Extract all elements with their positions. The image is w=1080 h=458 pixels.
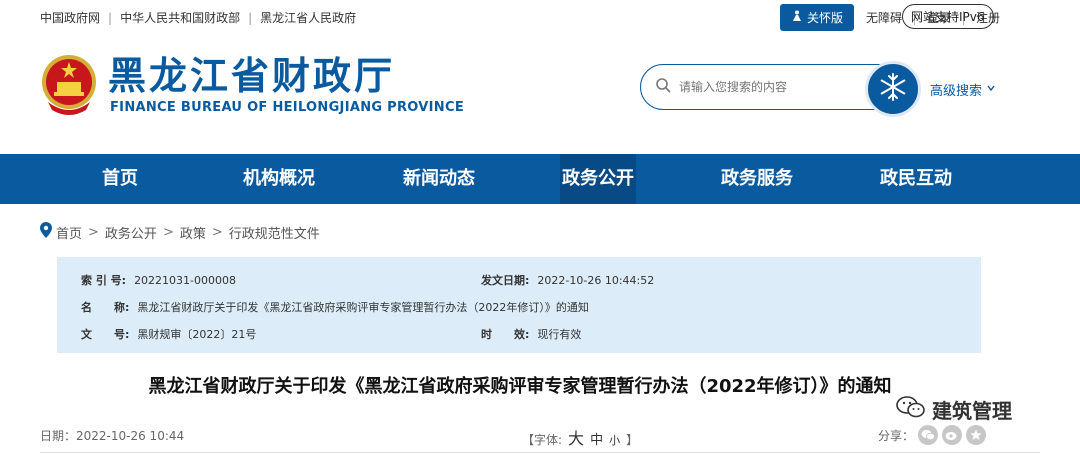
breadcrumb-separator: > bbox=[162, 224, 174, 240]
info-validity-value: 现行有效 bbox=[537, 328, 582, 341]
info-docno-label: 文 号: bbox=[81, 328, 130, 341]
location-pin-icon bbox=[40, 222, 52, 242]
info-name-row: 名 称: 黑龙江省财政厅关于印发《黑龙江省政府采购评审专家管理暂行办法（2022… bbox=[81, 299, 589, 315]
link-gov[interactable]: 中国政府网 bbox=[40, 9, 100, 26]
accessible-button[interactable]: 无障碍 bbox=[866, 9, 902, 26]
info-date-value: 2022-10-26 10:44:52 bbox=[537, 273, 655, 287]
font-size-close-bracket: 】 bbox=[626, 433, 639, 447]
document-info-box: 索 引 号: 20221031-000008 发文日期: 2022-10-26 … bbox=[57, 257, 981, 353]
nav-item-public-affairs[interactable]: 政务公开 bbox=[560, 154, 636, 204]
document-title: 黑龙江省财政厅关于印发《黑龙江省政府采购评审专家管理暂行办法（2022年修订）》… bbox=[148, 376, 892, 397]
info-docno-row: 文 号: 黑财规审〔2022〕21号 bbox=[81, 326, 256, 342]
breadcrumb: 首页 > 政务公开 > 政策 > 行政规范性文件 bbox=[40, 222, 320, 242]
site-title: 黑龙江省财政厅 bbox=[108, 54, 396, 98]
share-bar: 分享： bbox=[878, 425, 987, 445]
breadcrumb-home[interactable]: 首页 bbox=[56, 223, 82, 242]
search-button[interactable] bbox=[865, 61, 921, 117]
divider bbox=[40, 452, 1040, 453]
info-index-label: 索 引 号: bbox=[81, 274, 127, 287]
link-mof[interactable]: 中华人民共和国财政部 bbox=[120, 9, 240, 26]
wechat-share-icon[interactable] bbox=[918, 425, 939, 445]
search-input[interactable] bbox=[679, 80, 859, 94]
breadcrumb-separator: > bbox=[211, 224, 223, 240]
main-nav: 首页 机构概况 新闻动态 政务公开 政务服务 政民互动 bbox=[0, 154, 1080, 204]
top-links: 中国政府网 | 中华人民共和国财政部 | 黑龙江省人民政府 bbox=[40, 9, 356, 26]
info-name-label: 名 称: bbox=[81, 301, 130, 314]
info-date-row: 发文日期: 2022-10-26 10:44:52 bbox=[481, 272, 654, 288]
info-name-value: 黑龙江省财政厅关于印发《黑龙江省政府采购评审专家管理暂行办法（2022年修订）》… bbox=[137, 301, 589, 314]
care-mode-button[interactable]: 关怀版 bbox=[779, 4, 854, 31]
search-box bbox=[640, 61, 921, 117]
font-size-medium[interactable]: 中 bbox=[590, 429, 603, 448]
chevron-down-icon bbox=[986, 82, 996, 97]
font-size-control: 【字体: 大 中 小 】 bbox=[522, 425, 638, 449]
font-size-large[interactable]: 大 bbox=[568, 425, 584, 449]
divider: | bbox=[108, 10, 113, 25]
ipv6-badge: 网站支持IPv6 bbox=[902, 4, 994, 29]
care-mode-label: 关怀版 bbox=[806, 11, 843, 25]
breadcrumb-regulatory-docs[interactable]: 行政规范性文件 bbox=[229, 223, 320, 242]
breadcrumb-public-affairs[interactable]: 政务公开 bbox=[105, 223, 157, 242]
info-docno-value: 黑财规审〔2022〕21号 bbox=[137, 328, 257, 341]
star-share-icon[interactable] bbox=[966, 425, 987, 445]
watermark-text: 建筑管理 bbox=[932, 399, 1012, 423]
nav-item-about[interactable]: 机构概况 bbox=[229, 154, 329, 204]
watermark: 建筑管理 bbox=[896, 395, 1012, 424]
font-size-small[interactable]: 小 bbox=[609, 432, 620, 448]
breadcrumb-separator: > bbox=[88, 224, 99, 240]
breadcrumb-policy[interactable]: 政策 bbox=[180, 223, 206, 242]
info-date-label: 发文日期: bbox=[481, 274, 530, 287]
info-validity-label: 时 效: bbox=[481, 328, 530, 341]
search-icon bbox=[655, 77, 671, 97]
person-icon bbox=[791, 10, 803, 25]
snowflake-icon bbox=[878, 72, 908, 106]
advanced-search-link[interactable]: 高级搜索 bbox=[930, 80, 996, 99]
weibo-share-icon[interactable] bbox=[942, 425, 963, 445]
site-header: 黑龙江省财政厅 FINANCE BUREAU OF HEILONGJIANG P… bbox=[0, 40, 1080, 150]
font-size-label: 【字体: bbox=[522, 433, 563, 447]
site-subtitle: FINANCE BUREAU OF HEILONGJIANG PROVINCE bbox=[110, 100, 465, 115]
info-index-value: 20221031-000008 bbox=[134, 273, 237, 287]
divider: | bbox=[248, 10, 253, 25]
share-label: 分享： bbox=[878, 428, 915, 443]
national-emblem-icon bbox=[40, 52, 98, 118]
nav-item-services[interactable]: 政务服务 bbox=[707, 154, 807, 204]
advanced-search-label: 高级搜索 bbox=[930, 84, 983, 99]
nav-item-news[interactable]: 新闻动态 bbox=[389, 154, 489, 204]
info-validity-row: 时 效: 现行有效 bbox=[481, 326, 581, 342]
info-index-row: 索 引 号: 20221031-000008 bbox=[81, 272, 236, 288]
publish-date: 日期：2022-10-26 10:44 bbox=[40, 429, 185, 443]
nav-item-interaction[interactable]: 政民互动 bbox=[866, 154, 966, 204]
nav-item-home[interactable]: 首页 bbox=[70, 154, 170, 204]
top-bar: 中国政府网 | 中华人民共和国财政部 | 黑龙江省人民政府 关怀版 无障碍 登录… bbox=[0, 0, 1080, 34]
link-province[interactable]: 黑龙江省人民政府 bbox=[260, 9, 356, 26]
wechat-icon bbox=[896, 395, 926, 424]
